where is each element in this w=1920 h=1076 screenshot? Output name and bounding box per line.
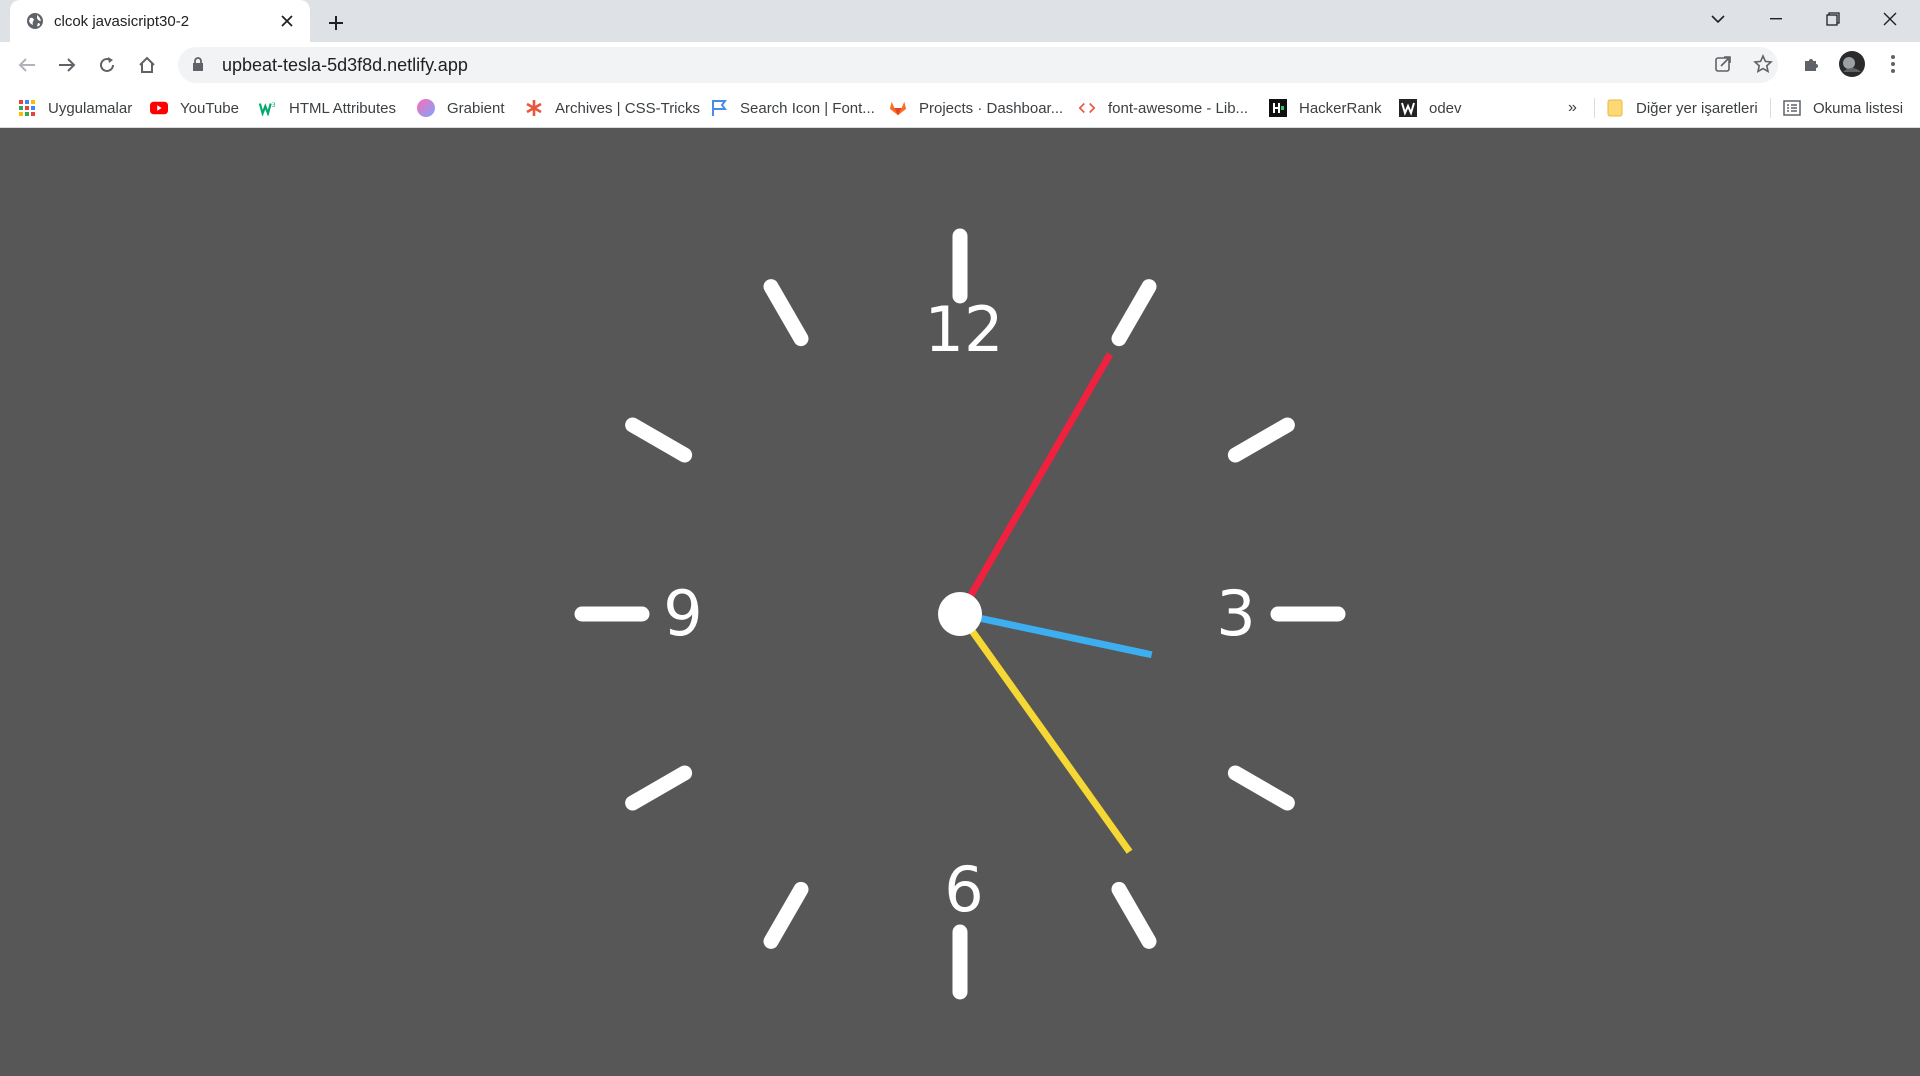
bookmark-star-icon[interactable]	[1748, 49, 1778, 79]
bookmark-label: Projects · Dashboar...	[919, 99, 1064, 117]
bookmark-odev[interactable]: odev	[1399, 97, 1462, 119]
bookmark-label: odev	[1429, 99, 1462, 117]
bookmark-font-awesome[interactable]: font-awesome - Lib...	[1078, 97, 1248, 119]
hour-tick	[625, 765, 693, 811]
bookmark-css-tricks[interactable]: Archives | CSS-Tricks	[525, 97, 700, 119]
bookmark-label: YouTube	[180, 99, 239, 117]
w3schools-icon: 3	[259, 99, 277, 117]
hour-tick	[625, 417, 693, 463]
avatar[interactable]	[1837, 49, 1867, 79]
gitlab-icon	[889, 99, 907, 117]
restore-button[interactable]	[1805, 0, 1861, 38]
page-content: 12 3 6 9	[0, 128, 1920, 1076]
bookmark-html-attributes[interactable]: 3 HTML Attributes	[259, 97, 396, 119]
bookmark-label: Grabient	[447, 99, 505, 117]
bookmark-separator	[1594, 98, 1595, 118]
flag-icon	[710, 99, 728, 117]
bookmarks-bar: Uygulamalar YouTube 3 HTML Attributes Gr…	[0, 88, 1920, 128]
bookmark-label: HTML Attributes	[289, 99, 396, 117]
share-icon[interactable]	[1708, 49, 1738, 79]
browser-tab[interactable]: clcok javasicript30-2	[10, 0, 310, 42]
bookmark-hackerrank[interactable]: HackerRank	[1269, 97, 1382, 119]
clock-number-3: 3	[1216, 577, 1255, 650]
url-text: upbeat-tesla-5d3f8d.netlify.app	[222, 54, 468, 75]
hour-tick	[763, 881, 809, 949]
w-icon	[1399, 99, 1417, 117]
grabient-icon	[417, 99, 435, 117]
clock-center-dot	[938, 592, 982, 636]
reload-button[interactable]	[92, 50, 122, 80]
reading-list-label: Okuma listesi	[1813, 99, 1904, 117]
other-bookmarks-label: Diğer yer işaretleri	[1636, 99, 1758, 117]
code-icon	[1078, 99, 1096, 117]
bookmark-label: Archives | CSS-Tricks	[555, 99, 701, 117]
hour-tick	[1111, 279, 1157, 347]
apps-grid-icon	[18, 99, 36, 117]
reading-list-icon	[1783, 99, 1801, 117]
back-button[interactable]	[12, 50, 42, 80]
bookmark-grabient[interactable]: Grabient	[417, 97, 505, 119]
tab-title: clcok javasicript30-2	[54, 12, 190, 30]
address-bar[interactable]: upbeat-tesla-5d3f8d.netlify.app	[178, 47, 1778, 83]
folder-icon	[1606, 99, 1624, 117]
tab-search-icon[interactable]	[1690, 0, 1746, 38]
bookmark-youtube[interactable]: YouTube	[150, 97, 239, 119]
clock-number-6: 6	[944, 853, 983, 926]
bookmark-search-icon-font[interactable]: Search Icon | Font...	[710, 97, 875, 119]
close-tab-icon[interactable]	[276, 10, 298, 32]
close-window-button[interactable]	[1862, 0, 1918, 38]
home-button[interactable]	[132, 50, 162, 80]
bookmark-uygulamalar[interactable]: Uygulamalar	[18, 97, 132, 119]
bookmark-label: Uygulamalar	[48, 99, 133, 117]
clock-number-9: 9	[663, 577, 702, 650]
bookmark-label: HackerRank	[1299, 99, 1382, 117]
clock-number-12: 12	[925, 293, 1004, 366]
forward-button[interactable]	[52, 50, 82, 80]
lock-icon	[192, 57, 206, 73]
bookmark-projects-dashboard[interactable]: Projects · Dashboar...	[889, 97, 1063, 119]
tab-strip: clcok javasicript30-2	[0, 0, 1920, 42]
hour-tick	[1227, 765, 1295, 811]
browser-toolbar: upbeat-tesla-5d3f8d.netlify.app	[0, 42, 1920, 88]
bookmark-separator	[1770, 98, 1771, 118]
minimize-button[interactable]	[1748, 0, 1804, 38]
hackerrank-icon	[1269, 99, 1287, 117]
bookmark-label: Search Icon | Font...	[740, 99, 875, 117]
reading-list-button[interactable]: Okuma listesi	[1783, 97, 1903, 119]
bookmarks-overflow-button[interactable]: »	[1568, 97, 1577, 119]
youtube-icon	[150, 99, 168, 117]
other-bookmarks-folder[interactable]: Diğer yer işaretleri	[1606, 97, 1758, 119]
hour-tick	[1227, 417, 1295, 463]
hour-tick	[763, 279, 809, 347]
extensions-icon[interactable]	[1797, 49, 1827, 79]
new-tab-button[interactable]	[322, 9, 350, 37]
minute-hand	[957, 611, 1133, 854]
svg-text:3: 3	[272, 102, 276, 109]
hour-tick	[1111, 881, 1157, 949]
clock-face: 12 3 6 9	[574, 228, 1346, 1000]
second-hand	[956, 352, 1114, 616]
menu-kebab-icon[interactable]	[1878, 49, 1908, 79]
css-tricks-icon	[525, 99, 543, 117]
globe-icon	[26, 12, 44, 30]
bookmark-label: font-awesome - Lib...	[1108, 99, 1249, 117]
